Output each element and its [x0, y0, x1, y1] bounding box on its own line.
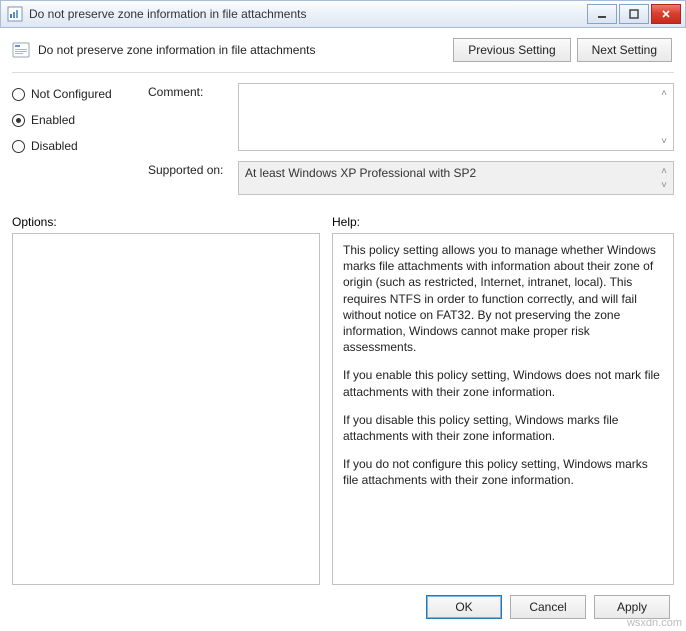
ok-button[interactable]: OK: [426, 595, 502, 619]
options-label: Options:: [12, 215, 320, 229]
radio-label: Disabled: [31, 139, 78, 153]
previous-setting-button[interactable]: Previous Setting: [453, 38, 570, 62]
divider: [12, 72, 674, 73]
panels-row: This policy setting allows you to manage…: [12, 233, 674, 585]
comment-textbox[interactable]: ˄ ˅: [238, 83, 674, 151]
chevron-up-icon[interactable]: ˄: [657, 86, 671, 100]
policy-title: Do not preserve zone information in file…: [38, 43, 315, 57]
chevron-down-icon[interactable]: ˅: [657, 178, 671, 192]
radio-icon: [12, 88, 25, 101]
supported-on-value: At least Windows XP Professional with SP…: [239, 162, 673, 184]
watermark: wsxdn.com: [627, 617, 682, 629]
radio-label: Not Configured: [31, 87, 112, 101]
help-paragraph: This policy setting allows you to manage…: [343, 242, 663, 355]
maximize-button[interactable]: [619, 4, 649, 24]
help-paragraph: If you enable this policy setting, Windo…: [343, 367, 663, 399]
supported-on-textbox: At least Windows XP Professional with SP…: [238, 161, 674, 195]
window-controls: [587, 4, 681, 24]
radio-enabled[interactable]: Enabled: [12, 113, 130, 127]
titlebar: Do not preserve zone information in file…: [0, 0, 686, 28]
settings-row: Not Configured Enabled Disabled Comment:…: [12, 83, 674, 195]
radio-icon: [12, 114, 25, 127]
close-button[interactable]: [651, 4, 681, 24]
footer-buttons: OK Cancel Apply: [12, 585, 674, 631]
options-panel: [12, 233, 320, 585]
help-paragraph: If you disable this policy setting, Wind…: [343, 412, 663, 444]
header-row: Do not preserve zone information in file…: [12, 38, 674, 72]
panel-labels: Options: Help:: [12, 215, 674, 229]
chevron-down-icon[interactable]: ˅: [657, 134, 671, 148]
window-title: Do not preserve zone information in file…: [29, 7, 587, 21]
radio-disabled[interactable]: Disabled: [12, 139, 130, 153]
next-setting-button[interactable]: Next Setting: [577, 38, 672, 62]
radio-not-configured[interactable]: Not Configured: [12, 87, 130, 101]
apply-button[interactable]: Apply: [594, 595, 670, 619]
comment-value: [239, 84, 673, 92]
minimize-button[interactable]: [587, 4, 617, 24]
radio-label: Enabled: [31, 113, 75, 127]
help-paragraph: If you do not configure this policy sett…: [343, 456, 663, 488]
cancel-button[interactable]: Cancel: [510, 595, 586, 619]
supported-on-label: Supported on:: [148, 161, 238, 177]
help-panel: This policy setting allows you to manage…: [332, 233, 674, 585]
app-icon: [7, 6, 23, 22]
chevron-up-icon[interactable]: ˄: [657, 164, 671, 178]
comment-label: Comment:: [148, 83, 238, 99]
dialog-body: Do not preserve zone information in file…: [0, 28, 686, 631]
policy-icon: [12, 41, 30, 59]
state-radio-group: Not Configured Enabled Disabled: [12, 83, 130, 195]
radio-icon: [12, 140, 25, 153]
help-label: Help:: [332, 215, 360, 229]
